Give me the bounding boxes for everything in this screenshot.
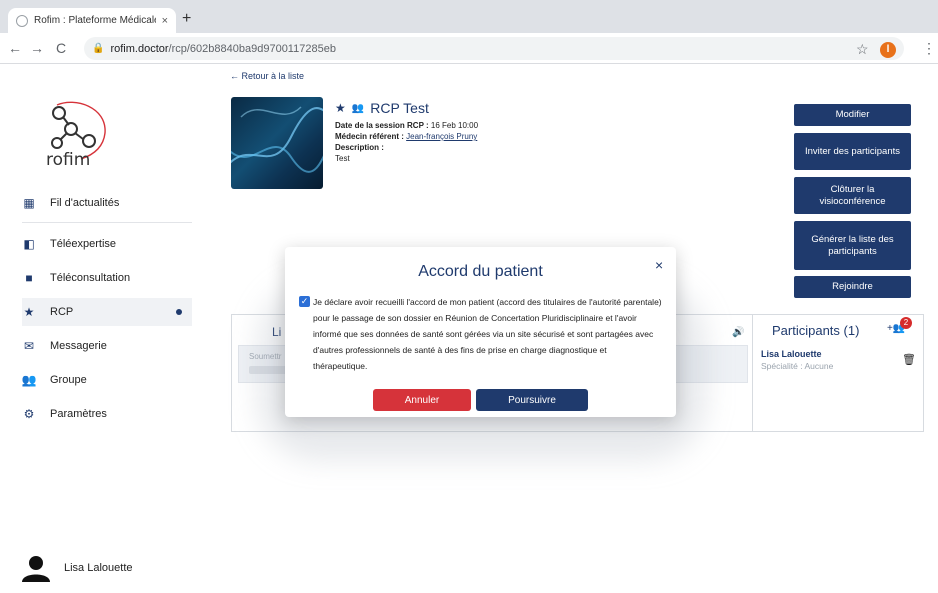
cancel-button[interactable]: Annuler [373, 389, 471, 411]
sidebar-item-feed[interactable]: ▦ Fil d'actualités [22, 189, 192, 217]
user-name: Lisa Lalouette [64, 562, 133, 574]
description-label: Description : [335, 143, 384, 152]
star-icon: ★ [335, 101, 346, 115]
sidebar-item-messagerie[interactable]: ✉ Messagerie [22, 332, 192, 360]
reload-icon[interactable]: C [56, 40, 66, 56]
patient-consent-modal: Accord du patient × ✓ Je déclare avoir r… [285, 247, 676, 417]
back-to-list-link[interactable]: ← Retour à la liste [230, 71, 304, 81]
group-icon: 👥 [21, 373, 37, 387]
address-bar: ← → C 🔒 rofim.doctor /rcp/602b8840ba9d97… [0, 33, 938, 64]
generate-list-button[interactable]: Générer la liste des participants [794, 221, 911, 270]
bookmark-star-icon[interactable]: ☆ [856, 41, 869, 58]
sidebar-item-label: Messagerie [50, 340, 107, 352]
tab-title: Rofim : Plateforme Médicale, T [34, 15, 156, 26]
participant-name: Lisa Lalouette [761, 349, 822, 359]
favicon-icon [16, 14, 28, 27]
sidebar-item-label: Téléexpertise [50, 238, 117, 250]
menu-kebab-icon[interactable]: ⋮ [922, 40, 936, 57]
modal-title: Accord du patient [418, 263, 543, 280]
dashboard-icon: ▦ [23, 196, 35, 210]
logo-text: rofim [46, 150, 91, 170]
sidebar-item-parametres[interactable]: ⚙ Paramètres [22, 400, 192, 428]
sidebar-item-teleconsultation[interactable]: ■ Téléconsultation [22, 264, 192, 292]
doctor-label: Médecin référent : [335, 132, 404, 141]
modify-button[interactable]: Modifier [794, 104, 911, 126]
active-dot-icon [176, 309, 182, 315]
sidebar: rofim ▦ Fil d'actualités ◧ Téléexpertise… [0, 64, 208, 593]
group-icon: 👥 [351, 102, 365, 114]
close-video-button[interactable]: Clôturer la visioconférence [794, 177, 911, 214]
sidebar-item-teleexpertise[interactable]: ◧ Téléexpertise [22, 230, 192, 258]
sidebar-item-rcp[interactable]: ★ RCP [22, 298, 192, 326]
consent-checkbox[interactable]: ✓ [299, 296, 310, 307]
new-tab-button[interactable]: + [182, 10, 191, 28]
join-button[interactable]: Rejoindre [794, 276, 911, 298]
sidebar-item-label: Fil d'actualités [50, 197, 120, 209]
gear-icon: ⚙ [23, 407, 35, 421]
doctor-link[interactable]: Jean-françois Pruny [406, 132, 477, 141]
session-value: 16 Feb 10:00 [430, 121, 479, 130]
back-arrow-icon[interactable]: ← [8, 40, 22, 56]
expertise-icon: ◧ [23, 237, 35, 251]
rcp-thumbnail [231, 97, 323, 189]
lock-icon: 🔒 [92, 43, 105, 54]
invite-button[interactable]: Inviter des participants [794, 133, 911, 170]
continue-button[interactable]: Poursuivre [476, 389, 588, 411]
sidebar-item-groupe[interactable]: 👥 Groupe [22, 366, 192, 394]
sidebar-item-label: Paramètres [50, 408, 107, 420]
panel-divider [752, 315, 753, 431]
sidebar-item-label: Groupe [50, 374, 87, 386]
browser-tab-bar: Rofim : Plateforme Médicale, T × + [0, 0, 938, 33]
url-path: /rcp/602b8840ba9d9700117285eb [168, 42, 336, 55]
video-icon: ■ [25, 271, 33, 285]
sidebar-divider [22, 222, 192, 223]
mail-icon: ✉ [23, 339, 35, 353]
forward-arrow-icon[interactable]: → [30, 40, 44, 56]
participant-specialty: Spécialité : Aucune [761, 361, 834, 371]
sidebar-item-label: RCP [50, 306, 74, 318]
browser-tab[interactable]: Rofim : Plateforme Médicale, T × [8, 8, 176, 33]
rcp-title: ★ 👥 RCP Test [335, 100, 429, 116]
avatar [22, 556, 50, 582]
participants-heading: Participants (1) [772, 323, 860, 338]
participant-count-badge: 2 [900, 317, 912, 329]
current-user[interactable]: Lisa Lalouette [22, 554, 133, 582]
url-host: rofim.doctor [110, 42, 169, 55]
close-icon[interactable]: × [655, 257, 663, 273]
rcp-title-text: RCP Test [370, 100, 429, 116]
profile-avatar[interactable]: l [880, 42, 896, 58]
consent-text: Je déclare avoir recueilli l'accord de m… [313, 297, 662, 371]
trash-icon[interactable]: 🗑 [902, 353, 916, 366]
sidebar-item-label: Téléconsultation [50, 272, 131, 284]
rcp-meta: Date de la session RCP : 16 Feb 10:00 Mé… [335, 120, 478, 164]
url-input[interactable]: 🔒 rofim.doctor /rcp/602b8840ba9d97001172… [84, 37, 904, 60]
tab-close-icon[interactable]: × [162, 15, 168, 27]
session-label: Date de la session RCP : [335, 121, 429, 130]
volume-icon[interactable]: 🔊 [732, 327, 744, 338]
star-icon: ★ [23, 305, 35, 319]
description-value: Test [335, 154, 350, 163]
